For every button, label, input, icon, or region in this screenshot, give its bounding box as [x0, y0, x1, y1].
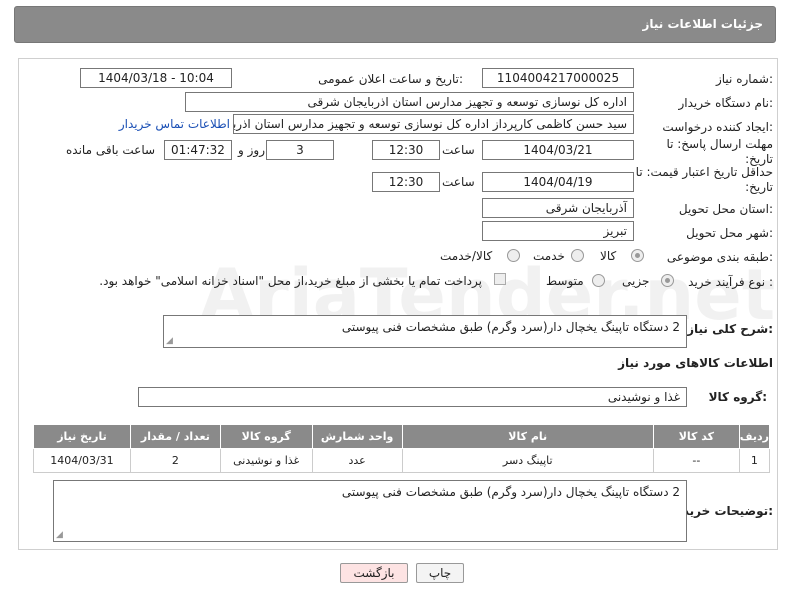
buyer-org-field: اداره کل نوسازی توسعه و تجهیز مدارس استا… [185, 92, 634, 112]
col-header-need-date: تاریخ نیاز [33, 424, 131, 449]
days-label: روز و [238, 143, 265, 157]
treasury-payment-checkbox[interactable] [494, 273, 506, 285]
buyer-org-label: نام دستگاه خریدار: [678, 96, 774, 110]
price-validity-time-label: ساعت [442, 175, 475, 189]
remaining-label: ساعت باقی مانده [66, 143, 156, 157]
goods-info-title: اطلاعات کالاهای مورد نیاز [618, 356, 773, 370]
process-minor-radio[interactable] [661, 274, 674, 287]
contact-info-link[interactable]: اطلاعات تماس خریدار [119, 117, 230, 131]
resize-grip-icon[interactable]: ◢ [56, 530, 63, 540]
table-header-row: ردیف کد کالا نام کالا واحد شمارش گروه کا… [33, 424, 771, 449]
announce-field: 1404/03/18 - 10:04 [80, 68, 232, 88]
deadline-time-field: 12:30 [372, 140, 440, 160]
col-header-item-group: گروه کالا [219, 424, 313, 449]
col-header-unit: واحد شمارش [311, 424, 403, 449]
province-field: آذربایجان شرقی [482, 198, 634, 218]
category-service-radio[interactable] [571, 249, 584, 262]
description-label: شرح کلی نیاز: [687, 322, 773, 336]
process-minor-label: جزیی [622, 274, 650, 288]
creator-label: ایجاد کننده درخواست: [662, 120, 773, 134]
print-button[interactable]: چاپ [416, 563, 464, 583]
page-title: جزئیات اطلاعات نیاز [642, 17, 763, 31]
need-number-label: شماره نیاز: [715, 72, 773, 86]
goods-group-label: گروه کالا: [708, 390, 767, 404]
description-field[interactable]: 2 دستگاه تاپینگ یخچال دار(سرد وگرم) طبق … [163, 315, 687, 348]
category-service-label: خدمت [533, 249, 565, 263]
cell-row-number: 1 [738, 448, 771, 473]
deadline-time-label: ساعت [442, 143, 475, 157]
announce-label: تاریخ و ساعت اعلان عمومی: [318, 72, 463, 86]
price-validity-date-field: 1404/04/19 [482, 172, 634, 192]
cell-unit: عدد [311, 448, 403, 473]
cell-item-group: غذا و نوشیدنی [219, 448, 313, 473]
goods-table: ردیف کد کالا نام کالا واحد شمارش گروه کا… [33, 424, 771, 473]
days-field: 3 [266, 140, 334, 160]
payment-note: پرداخت تمام یا بخشی از مبلغ خرید،از محل … [99, 274, 482, 288]
col-header-item-code: کد کالا [652, 424, 740, 449]
cell-item-code: -- [652, 448, 740, 473]
city-label: شهر محل تحویل: [686, 226, 773, 240]
buyer-notes-text: 2 دستگاه تاپینگ یخچال دار(سرد وگرم) طبق … [341, 485, 680, 499]
description-text: 2 دستگاه تاپینگ یخچال دار(سرد وگرم) طبق … [341, 320, 680, 334]
process-medium-label: متوسط [546, 274, 584, 288]
cell-item-name: تاپینگ دسر [401, 448, 654, 473]
province-label: استان محل تحویل: [678, 202, 773, 216]
category-goods-service-radio[interactable] [507, 249, 520, 262]
category-goods-label: کالا [600, 249, 617, 263]
cell-quantity: 2 [129, 448, 221, 473]
city-field: تبریز [482, 221, 634, 241]
price-validity-time-field: 12:30 [372, 172, 440, 192]
cell-need-date: 1404/03/31 [33, 448, 131, 473]
remaining-time-field: 01:47:32 [164, 140, 232, 160]
col-header-row-number: ردیف [738, 424, 771, 449]
page-header: جزئیات اطلاعات نیاز [14, 6, 776, 43]
need-number-field: 1104004217000025 [482, 68, 634, 88]
goods-group-field: غذا و نوشیدنی [138, 387, 687, 407]
process-label: نوع فرآیند خرید : [688, 275, 773, 289]
deadline-date-field: 1404/03/21 [482, 140, 634, 160]
process-medium-radio[interactable] [592, 274, 605, 287]
resize-grip-icon[interactable]: ◢ [166, 336, 173, 346]
category-goods-service-label: کالا/خدمت [440, 249, 493, 263]
table-row: 1 -- تاپینگ دسر عدد غذا و نوشیدنی 2 1404… [33, 448, 771, 473]
category-goods-radio[interactable] [631, 249, 644, 262]
back-button[interactable]: بازگشت [340, 563, 408, 583]
col-header-item-name: نام کالا [401, 424, 654, 449]
creator-field: سید حسن کاظمی کارپرداز اداره کل نوسازی ت… [233, 114, 634, 134]
buyer-notes-field[interactable]: 2 دستگاه تاپینگ یخچال دار(سرد وگرم) طبق … [53, 480, 687, 542]
deadline-label: مهلت ارسال پاسخ: تا تاریخ: [666, 137, 773, 166]
price-validity-label: حداقل تاریخ اعتبار قیمت: تا تاریخ: [635, 165, 773, 194]
category-label: طبقه بندی موضوعی: [666, 250, 773, 264]
col-header-quantity: تعداد / مقدار [129, 424, 221, 449]
